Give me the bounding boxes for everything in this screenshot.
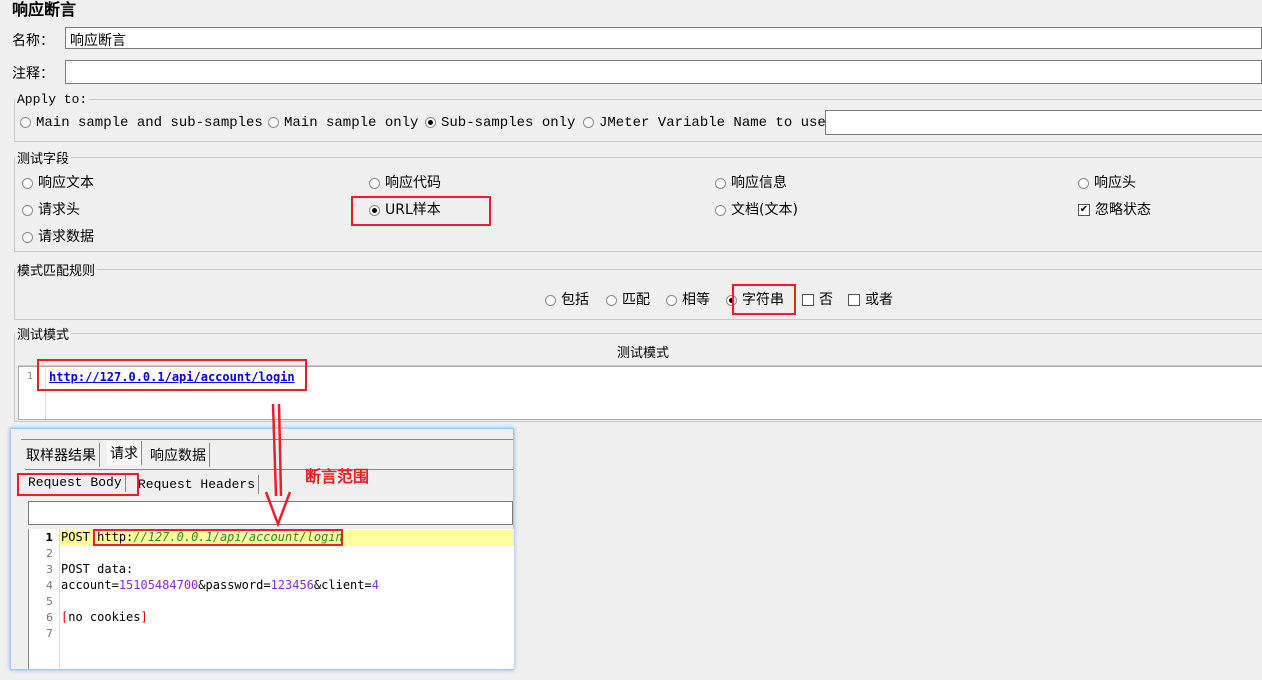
highlight-box — [732, 284, 796, 315]
apply-main-and-sub[interactable]: Main sample and sub-samples — [20, 115, 263, 131]
subtab-request-headers[interactable]: Request Headers — [135, 475, 260, 494]
name-label: 名称： — [12, 33, 54, 49]
field-response-code[interactable]: 响应代码 — [369, 172, 441, 192]
tab-sampler-result[interactable]: 取样器结果 — [23, 443, 100, 467]
test-patterns-legend: 测试模式 — [17, 328, 70, 343]
field-response-message[interactable]: 响应信息 — [715, 172, 787, 192]
apply-variable[interactable]: JMeter Variable Name to use — [583, 115, 826, 131]
annotation-arrow — [264, 403, 292, 528]
field-request-data[interactable]: 请求数据 — [22, 226, 94, 246]
match-rules-legend: 模式匹配规则 — [17, 264, 96, 279]
apply-to-legend: Apply to: — [17, 92, 88, 107]
request-body-editor[interactable]: 1 POST http://127.0.0.1/api/account/logi… — [28, 529, 514, 669]
rule-matches[interactable]: 匹配 — [606, 289, 650, 309]
highlight-box — [17, 473, 139, 496]
highlight-box — [93, 529, 343, 546]
tab-response-data[interactable]: 响应数据 — [147, 443, 210, 467]
rule-contains[interactable]: 包括 — [545, 289, 589, 309]
field-response-text[interactable]: 响应文本 — [22, 172, 94, 192]
annotation-label: 断言范围 — [305, 467, 370, 486]
comment-label: 注释： — [12, 66, 54, 82]
field-document[interactable]: 文档(文本) — [715, 199, 798, 219]
name-input[interactable]: 响应断言 — [65, 27, 1262, 49]
highlight-box — [37, 359, 307, 391]
comment-input[interactable] — [65, 60, 1262, 84]
or-checkbox[interactable]: 或者 — [848, 289, 893, 309]
test-field-group: 测试字段 — [14, 148, 1262, 252]
apply-sub-only[interactable]: Sub-samples only — [425, 115, 575, 131]
not-checkbox[interactable]: 否 — [802, 289, 833, 309]
variable-name-input[interactable] — [825, 110, 1262, 135]
tab-request[interactable]: 请求 — [107, 441, 142, 465]
test-field-legend: 测试字段 — [17, 152, 70, 167]
field-response-headers[interactable]: 响应头 — [1078, 172, 1136, 192]
rule-equals[interactable]: 相等 — [666, 289, 710, 309]
field-request-headers[interactable]: 请求头 — [22, 199, 80, 219]
line-number: 1 — [27, 371, 34, 382]
ignore-status-checkbox[interactable]: ✔ 忽略状态 — [1078, 199, 1151, 219]
highlight-box — [351, 196, 491, 226]
apply-main-only[interactable]: Main sample only — [268, 115, 418, 131]
page-title: 响应断言 — [12, 0, 77, 19]
